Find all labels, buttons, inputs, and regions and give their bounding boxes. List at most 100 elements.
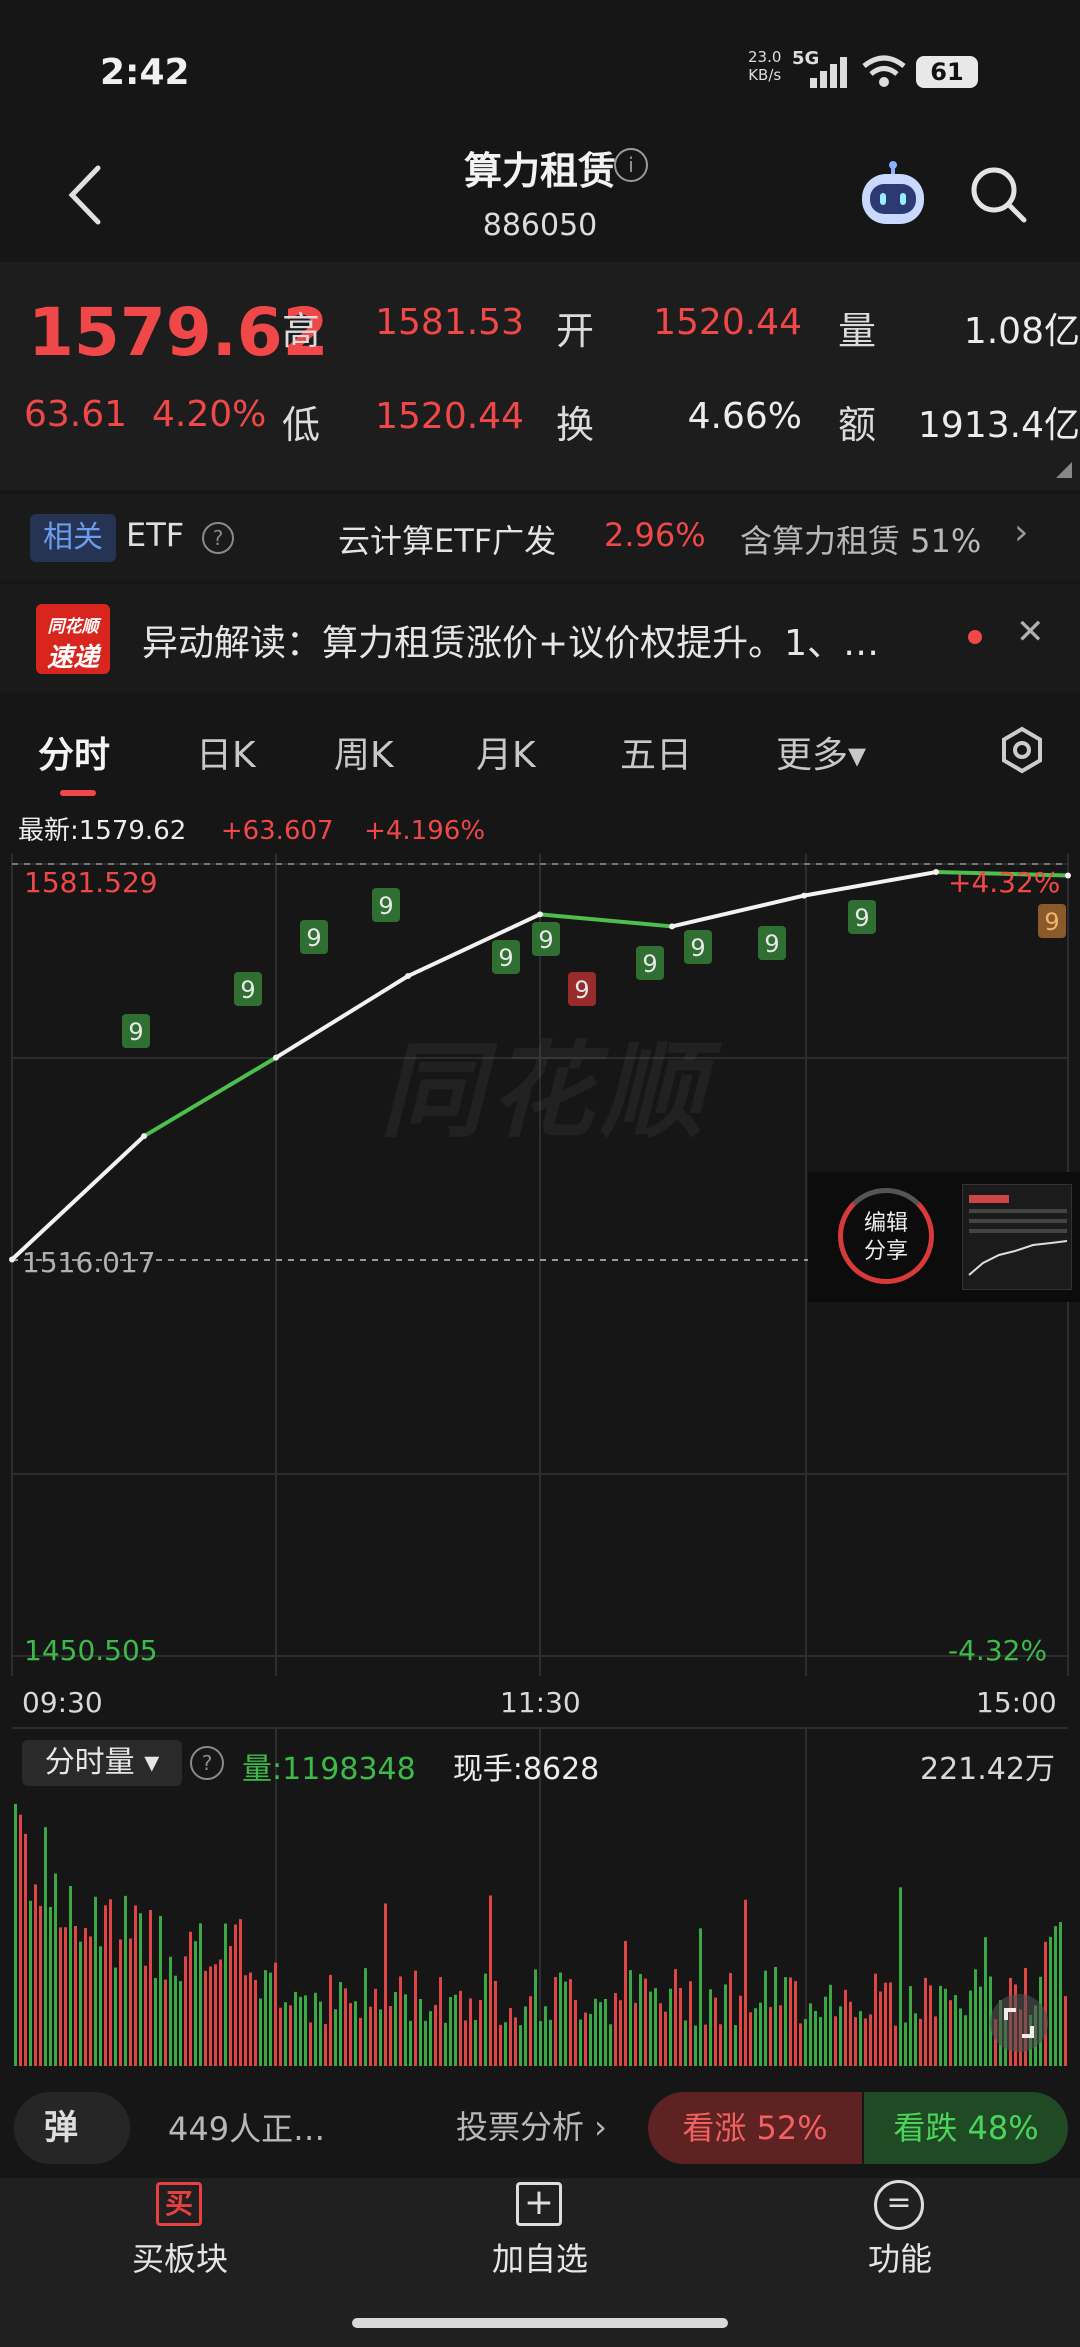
volume-bar: [984, 1937, 987, 2066]
active-tab-indicator: [60, 790, 96, 796]
chevron-right-icon[interactable]: ›: [1014, 512, 1028, 553]
min-price-label: 1450.505: [24, 1634, 158, 1667]
search-icon[interactable]: [968, 164, 1028, 224]
volume-bar: [449, 1997, 452, 2066]
volume-bar: [539, 2021, 542, 2066]
volume-bar: [929, 1985, 932, 2066]
volume-bar: [719, 2024, 722, 2066]
volume-bar: [734, 2025, 737, 2066]
vote-bearish-button[interactable]: 看跌 48%: [864, 2092, 1068, 2164]
low-label: 低: [282, 403, 321, 447]
vote-analysis-link[interactable]: 投票分析 ›: [456, 2102, 607, 2148]
price-point: [1065, 872, 1071, 879]
robot-assistant-icon[interactable]: [856, 160, 930, 230]
settings-icon[interactable]: [998, 726, 1046, 774]
volume-value: 1.08亿: [963, 311, 1080, 352]
volume-bar: [284, 2002, 287, 2066]
volume-bar: [904, 2022, 907, 2066]
volume-bar: [224, 1923, 227, 2066]
volume-bar: [684, 2020, 687, 2066]
volume-bar: [919, 2018, 922, 2066]
volume-bar: [44, 1827, 47, 2066]
function-button[interactable]: 功能: [800, 2234, 1000, 2280]
max-price-label: 1581.529: [24, 866, 158, 899]
volume-label: 量: [838, 309, 877, 353]
info-icon[interactable]: i: [614, 148, 648, 182]
volume-bar: [824, 1996, 827, 2066]
news-headline[interactable]: 异动解读：算力租赁涨价+议价权提升。1、…: [142, 614, 879, 666]
volume-bar: [149, 1909, 152, 2066]
volume-bar: [69, 1885, 72, 2066]
volume-bar: [604, 1998, 607, 2066]
add-watchlist-button[interactable]: 加自选: [440, 2234, 640, 2280]
volume-bar: [619, 2000, 622, 2066]
volume-bar: [389, 2005, 392, 2066]
tab-more[interactable]: 更多▾: [776, 726, 866, 778]
add-icon[interactable]: +: [516, 2182, 562, 2226]
share-button[interactable]: 编辑 分享: [838, 1210, 934, 1266]
expand-corner-icon[interactable]: [1056, 462, 1072, 478]
price-point: [273, 1054, 279, 1061]
help-icon[interactable]: ?: [202, 522, 234, 554]
volume-bar: [739, 1995, 742, 2066]
volume-bar: [624, 1940, 627, 2066]
help-icon[interactable]: ?: [190, 1746, 224, 1780]
volume-bar: [109, 1899, 112, 2066]
volume-bar: [204, 1970, 207, 2066]
volume-bar: [559, 1972, 562, 2066]
volume-bar: [94, 1896, 97, 2066]
volume-bar: [744, 1899, 747, 2066]
volume-bar: [404, 1994, 407, 2066]
volume-bar: [164, 1979, 167, 2066]
speed-value: 23.0: [748, 48, 782, 66]
time-close-label: 15:00: [976, 1686, 1057, 1719]
close-icon[interactable]: ✕: [1016, 612, 1045, 652]
volume-bar: [854, 2017, 857, 2066]
news-logo-top: 同花顺: [47, 617, 99, 637]
volume-bar: [199, 1923, 202, 2066]
volume-bar: [434, 2004, 437, 2066]
volume-bar: [634, 2002, 637, 2066]
volume-bar: [579, 2019, 582, 2066]
volume-bar: [229, 1946, 232, 2066]
buy-sector-button[interactable]: 买板块: [80, 2234, 280, 2280]
tab-five-day[interactable]: 五日: [620, 726, 692, 778]
volume-bar: [804, 2019, 807, 2066]
volume-bar: [809, 2003, 812, 2066]
volume-bar: [1049, 1936, 1052, 2066]
tab-monthly-k[interactable]: 月K: [476, 726, 536, 778]
volume-bar: [329, 1974, 332, 2066]
volume-type-dropdown[interactable]: 分时量 ▾: [22, 1740, 182, 1786]
menu-icon[interactable]: =: [874, 2180, 924, 2230]
tab-daily-k[interactable]: 日K: [196, 726, 256, 778]
buy-icon[interactable]: 买: [156, 2182, 202, 2226]
volume-bar: [589, 2013, 592, 2066]
volume-bar: [969, 1990, 972, 2066]
volume-bar: [654, 1988, 657, 2066]
volume-bar: [709, 1989, 712, 2066]
tab-intraday[interactable]: 分时: [38, 726, 110, 778]
vote-bullish-button[interactable]: 看涨 52%: [648, 2092, 862, 2164]
volume-bar: [304, 1995, 307, 2066]
volume-bar: [1044, 1941, 1047, 2066]
volume-bar: [259, 1998, 262, 2066]
etf-name[interactable]: 云计算ETF广发: [338, 516, 556, 562]
volume-bar: [844, 1989, 847, 2066]
volume-bar: [214, 1964, 217, 2066]
volume-bar: [979, 1986, 982, 2066]
volume-bar: [514, 2017, 517, 2066]
volume-bar: [669, 1988, 672, 2066]
screenshot-thumbnail[interactable]: [962, 1184, 1072, 1290]
volume-bar: [629, 1970, 632, 2066]
volume-bar: [509, 2008, 512, 2066]
volume-bar: [764, 1970, 767, 2066]
tab-weekly-k[interactable]: 周K: [334, 726, 394, 778]
network-speed: 23.0 KB/s: [748, 48, 781, 84]
danmu-toggle[interactable]: 弹: [14, 2092, 130, 2164]
current-hand: 现手:8628: [452, 1752, 600, 1787]
volume-total: 量:1198348: [242, 1752, 416, 1787]
fullscreen-icon[interactable]: [990, 1994, 1048, 2052]
volume-bar: [359, 2017, 362, 2066]
volume-bar: [19, 1814, 22, 2066]
price-point: [537, 911, 543, 918]
